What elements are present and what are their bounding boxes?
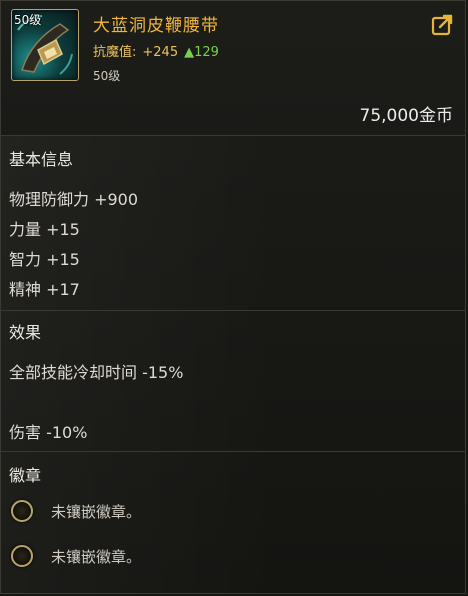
- resist-value: +245: [142, 45, 179, 60]
- resist-label: 抗魔值:: [93, 45, 137, 60]
- stat-line-spirit: 精神 +17: [9, 280, 80, 299]
- basic-info-section: 基本信息 物理防御力 +900 力量 +15 智力 +15 精神 +17: [1, 135, 465, 310]
- badge-section: 徽章 未镶嵌徽章。 未镶嵌徽章。: [1, 451, 465, 594]
- resist-increase: ▲129: [184, 45, 219, 60]
- stat-line-strength: 力量 +15: [9, 220, 80, 239]
- effect-title: 效果: [9, 323, 42, 342]
- item-name: 大蓝洞皮鞭腰带: [93, 16, 219, 36]
- resist-stat-line: 抗魔值: +245 ▲129: [93, 41, 219, 60]
- badge-slot-label: 未镶嵌徽章。: [51, 547, 142, 566]
- badge-title: 徽章: [9, 466, 42, 485]
- effect-line-cooldown: 全部技能冷却时间 -15%: [9, 363, 184, 382]
- basic-info-title: 基本信息: [9, 150, 74, 169]
- badge-slot-2[interactable]: 未镶嵌徽章。: [11, 545, 141, 567]
- item-tooltip-panel: 50级 大蓝洞皮鞭腰带 抗魔值: +245 ▲129 50级 75,000金币 基本…: [0, 0, 466, 594]
- share-icon[interactable]: [431, 13, 455, 37]
- empty-badge-slot-icon: [11, 545, 33, 567]
- badge-slot-label: 未镶嵌徽章。: [51, 502, 142, 521]
- stat-line-physical-defense: 物理防御力 +900: [9, 190, 139, 209]
- empty-badge-slot-icon: [11, 500, 33, 522]
- item-level-text: 50级: [93, 69, 121, 83]
- effect-line-damage: 伤害 -10%: [9, 423, 88, 442]
- price-row: 75,000金币: [1, 91, 465, 135]
- effect-section: 效果 全部技能冷却时间 -15% 伤害 -10%: [1, 310, 465, 451]
- badge-slot-1[interactable]: 未镶嵌徽章。: [11, 500, 141, 522]
- item-price: 75,000金币: [359, 105, 453, 126]
- stat-line-intelligence: 智力 +15: [9, 250, 80, 269]
- item-header: 50级 大蓝洞皮鞭腰带 抗魔值: +245 ▲129 50级: [1, 1, 465, 91]
- belt-item-icon[interactable]: 50级: [11, 9, 79, 81]
- item-level-badge: 50级: [14, 13, 42, 27]
